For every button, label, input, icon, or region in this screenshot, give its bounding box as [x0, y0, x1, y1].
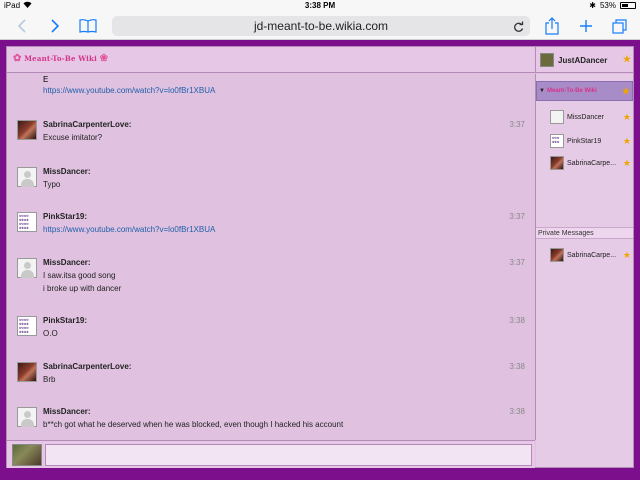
chevron-right-icon — [51, 19, 59, 33]
triangle-down-icon: ▼ — [539, 88, 545, 94]
star-icon: ★ — [622, 54, 631, 64]
message-continuation: E https://www.youtube.com/watch?v=lo0fBr… — [43, 74, 215, 96]
message-line: O.O — [43, 329, 58, 338]
message-line: Brb — [43, 375, 56, 384]
message-time: 3:37 — [509, 212, 525, 221]
battery-icon — [620, 2, 636, 9]
share-icon — [545, 17, 559, 35]
user-list-item[interactable]: MissDancer ★ — [550, 108, 633, 126]
wiki-logo[interactable]: ✿ Meant-To-Be Wiki ❀ — [13, 53, 108, 64]
message-line: Excuse imitator? — [43, 133, 103, 142]
star-icon: ★ — [621, 85, 630, 96]
message-input[interactable] — [45, 444, 532, 466]
clock: 3:38 PM — [304, 1, 336, 10]
user-name: MissDancer — [567, 113, 604, 121]
avatar — [540, 53, 554, 67]
status-bar: iPad 3:38 PM ✱ 53% — [0, 0, 640, 12]
reload-icon[interactable] — [513, 19, 524, 39]
avatar[interactable] — [17, 167, 37, 187]
message-author[interactable]: SabrinaCarpenterLove: — [43, 120, 131, 129]
avatar — [550, 156, 564, 170]
book-icon — [79, 19, 97, 33]
message-time: 3:37 — [509, 258, 525, 267]
avatar[interactable] — [17, 362, 37, 382]
message-time: 3:38 — [509, 316, 525, 325]
star-icon: ★ — [622, 157, 631, 168]
message-link[interactable]: https://www.youtube.com/watch?v=lo0fBr1X… — [43, 85, 215, 96]
current-user[interactable]: JustADancer ★ — [535, 47, 633, 73]
user-list-item[interactable]: SabrinaCarpe... ★ — [550, 154, 633, 172]
chevron-left-icon — [18, 19, 26, 33]
message-time: 3:37 — [509, 120, 525, 129]
room-name: Meant-To-Be Wiki — [546, 88, 597, 94]
avatar — [550, 110, 564, 124]
avatar[interactable]: ✿✿✿✿ ❀❀❀❀ ✿✿✿✿ ❀❀❀❀ ✿✿✿✿ — [17, 212, 37, 232]
user-list-panel: ▼ Meant-To-Be Wiki ★ MissDancer ★ ✿✿✿ ❀❀… — [536, 74, 633, 467]
avatar: ✿✿✿ ❀❀❀ — [550, 134, 564, 148]
plus-icon — [580, 20, 592, 32]
message-line: E — [43, 75, 49, 84]
address-bar[interactable]: jd-meant-to-be.wikia.com — [112, 16, 530, 36]
private-message-item[interactable]: SabrinaCarpe... ★ — [550, 246, 633, 264]
message-author[interactable]: PinkStar19: — [43, 212, 87, 221]
chat-window: ✿ Meant-To-Be Wiki ❀ JustADancer ★ E htt… — [6, 46, 634, 468]
new-tab-button[interactable] — [578, 16, 594, 36]
room-header[interactable]: ▼ Meant-To-Be Wiki ★ — [536, 81, 633, 101]
message-list[interactable]: E https://www.youtube.com/watch?v=lo0fBr… — [7, 74, 535, 440]
user-name: SabrinaCarpe... — [567, 159, 617, 167]
message-time: 3:38 — [509, 407, 525, 416]
avatar[interactable] — [17, 407, 37, 427]
private-messages-header: Private Messages — [536, 227, 633, 239]
message-author[interactable]: MissDancer: — [43, 258, 91, 267]
url-text: jd-meant-to-be.wikia.com — [253, 19, 389, 33]
browser-toolbar: jd-meant-to-be.wikia.com — [0, 12, 640, 40]
forward-button[interactable] — [47, 16, 63, 36]
tabs-icon — [611, 18, 627, 34]
avatar — [550, 248, 564, 262]
chat-header: ✿ Meant-To-Be Wiki ❀ JustADancer ★ — [7, 47, 633, 73]
current-user-name: JustADancer — [558, 55, 608, 65]
avatar[interactable]: ✿✿✿✿ ❀❀❀❀ ✿✿✿✿ ❀❀❀❀ ✿✿✿✿ — [17, 316, 37, 336]
star-icon: ★ — [622, 249, 631, 260]
star-icon: ★ — [622, 111, 631, 122]
compose-bar — [7, 440, 535, 468]
bookmarks-button[interactable] — [78, 16, 98, 36]
message-line: I saw.itsa good song — [43, 271, 116, 280]
user-name: PinkStar19 — [567, 137, 602, 145]
message-author[interactable]: SabrinaCarpenterLove: — [43, 362, 131, 371]
message-line: i broke up with dancer — [43, 284, 122, 293]
user-name: SabrinaCarpe... — [567, 251, 617, 259]
user-list-item[interactable]: ✿✿✿ ❀❀❀ PinkStar19 ★ — [550, 132, 633, 150]
back-button[interactable] — [14, 16, 30, 36]
wiki-logo-text: Meant-To-Be Wiki — [24, 54, 97, 63]
message-line: Typo — [43, 180, 61, 189]
battery-level — [622, 4, 628, 7]
battery-percent: 53% — [599, 1, 616, 10]
avatar[interactable] — [17, 120, 37, 140]
message-author[interactable]: PinkStar19: — [43, 316, 87, 325]
tabs-button[interactable] — [611, 16, 627, 36]
avatar[interactable] — [17, 258, 37, 278]
message-line: b**ch got what he deserved when he was b… — [43, 420, 344, 429]
message-author[interactable]: MissDancer: — [43, 407, 91, 416]
message-link[interactable]: https://www.youtube.com/watch?v=lo0fBr1X… — [43, 223, 215, 236]
message-author[interactable]: MissDancer: — [43, 167, 91, 176]
avatar — [12, 444, 42, 466]
message-time: 3:38 — [509, 362, 525, 371]
star-icon: ★ — [622, 135, 631, 146]
bluetooth-icon: ✱ — [589, 1, 596, 10]
share-button[interactable] — [544, 16, 560, 36]
